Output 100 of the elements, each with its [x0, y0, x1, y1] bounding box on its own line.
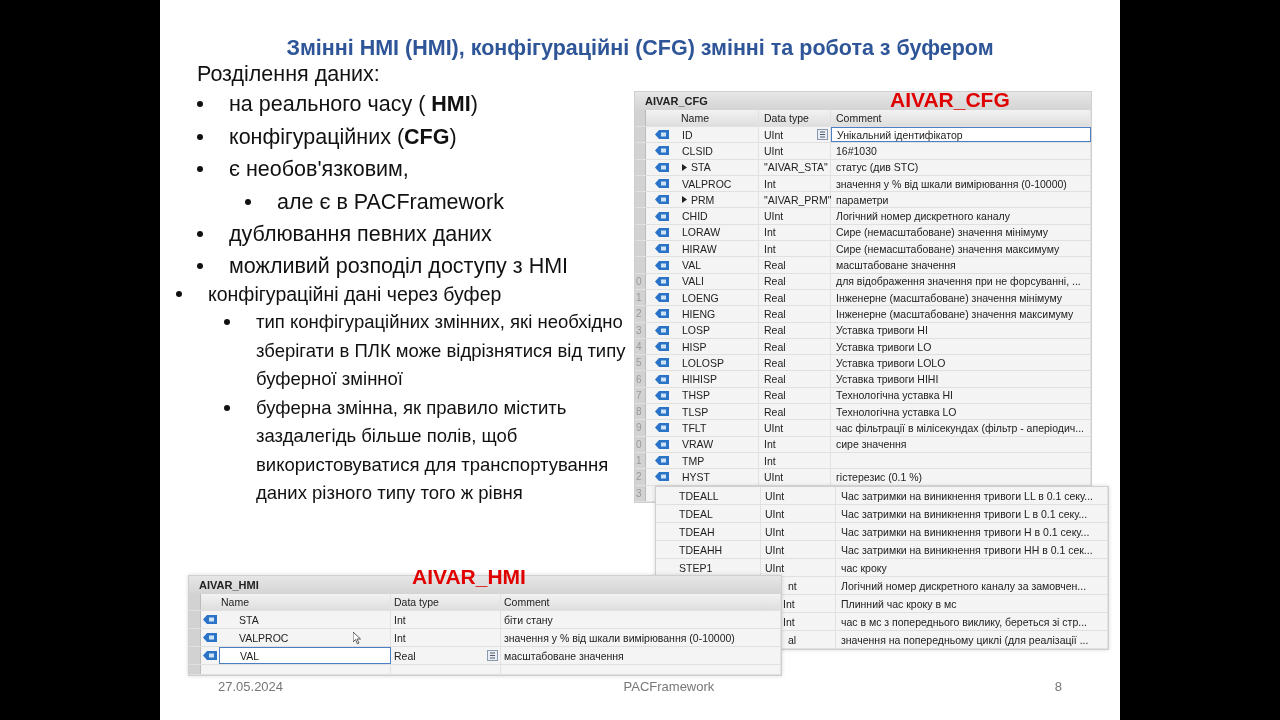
name-cell: HYST	[682, 470, 710, 483]
footer-text: PACFramework	[623, 679, 715, 694]
name-cell: STA	[691, 161, 711, 174]
column-header[interactable]: Data type	[394, 596, 439, 608]
tag-icon	[203, 633, 217, 642]
data-type-cell: UInt	[765, 525, 785, 538]
row-number: 3	[636, 487, 642, 499]
data-type-cell: "AIVAR_PRM"	[764, 193, 832, 206]
comment-cell: Уставка тривоги HIHI	[836, 373, 939, 386]
comment-cell: гістерезис (0.1 %)	[836, 470, 923, 483]
intro-text: Розділення даних:	[197, 61, 381, 88]
name-cell: VALI	[682, 275, 704, 288]
edit-field[interactable]: Унікальний ідентифікатор	[831, 127, 1091, 143]
comment-cell: Сире (немасштабоване) значення мінімуму	[836, 226, 1049, 239]
comment-cell: Час затримки на виникнення тривоги L в 0.1 секу...	[841, 507, 1088, 520]
edit-field[interactable]: VAL	[219, 647, 391, 664]
comment-cell: Уставка тривоги LO	[836, 340, 932, 353]
tag-icon	[654, 472, 669, 482]
slide-number: 8	[1054, 679, 1062, 694]
name-cell: LOENG	[682, 291, 719, 304]
data-type-cell: Real	[394, 649, 416, 662]
tag-icon	[654, 260, 669, 270]
comment-cell: Технологічна уставка HI	[836, 389, 953, 402]
comment-cell: Сире (немасштабоване) значення максимуму	[836, 242, 1060, 255]
data-type-cell: Int	[394, 613, 406, 626]
data-type-cell: UInt	[765, 561, 785, 574]
data-type-cell: nt	[788, 579, 797, 592]
name-cell: TDEAH	[679, 525, 715, 538]
data-type-cell: UInt	[765, 543, 785, 556]
tag-icon	[654, 407, 669, 417]
bullet-icon	[245, 198, 251, 205]
name-cell: TDEALL	[679, 489, 719, 502]
name-cell: VALPROC	[239, 631, 289, 644]
comment-cell: Інженерне (масштабоване) значення максимуму	[836, 307, 1074, 320]
tag-icon	[654, 456, 669, 466]
tag-icon	[654, 276, 669, 286]
expand-arrow-icon[interactable]	[682, 163, 687, 171]
comment-cell: 16#1030	[836, 144, 877, 157]
data-type-cell: Real	[764, 340, 786, 353]
comment-cell: статус (див STC)	[836, 161, 919, 174]
tag-icon	[654, 439, 669, 449]
bullet-icon	[197, 166, 203, 173]
data-type-cell: Int	[783, 615, 795, 628]
table-caption: AIVAR_CFG	[890, 88, 1010, 112]
comment-cell: значення у % від шкали вимірювання (0-10000)	[836, 177, 1067, 190]
name-cell: CLSID	[682, 144, 713, 157]
name-cell: HIHISP	[682, 373, 717, 386]
tag-icon	[654, 358, 669, 368]
column-header[interactable]: Comment	[836, 112, 882, 124]
slide-title: Змінні HMI (HMI), конфігураційні (CFG) змінні та робота з буфером	[285, 36, 995, 61]
name-cell: CHID	[682, 210, 708, 223]
tag-icon	[654, 227, 669, 237]
data-type-cell: Int	[394, 631, 406, 644]
comment-cell: Уставка тривоги LOLO	[836, 356, 946, 369]
bullet-icon	[224, 404, 230, 411]
table-title: AIVAR_HMI	[199, 579, 259, 591]
name-cell: ID	[682, 128, 693, 141]
data-type-cell: UInt	[764, 210, 784, 223]
name-cell: VAL	[682, 259, 702, 271]
name-cell: TDEAHH	[679, 543, 723, 556]
tag-icon	[203, 615, 217, 624]
data-type-cell: al	[788, 633, 797, 646]
comment-cell: Уставка тривоги HI	[836, 324, 928, 337]
name-cell: TMP	[682, 454, 705, 467]
bullet-text: конфігураційні дані через буфер	[208, 282, 503, 307]
name-cell: STEP1	[679, 561, 713, 574]
comment-cell: Технологічна уставка LO	[836, 405, 957, 418]
comment-cell: Логічний номер дискретного каналу	[836, 210, 1010, 223]
tag-icon	[654, 211, 669, 221]
name-cell: LORAW	[682, 226, 721, 239]
comment-cell: час кроку	[841, 561, 887, 574]
bullet-icon	[197, 101, 203, 108]
column-header[interactable]: Name	[681, 112, 709, 124]
column-header[interactable]: Comment	[504, 596, 550, 608]
tag-icon	[654, 374, 669, 384]
row-number: 4	[636, 341, 642, 352]
data-type-cell: UInt	[765, 489, 785, 502]
column-header[interactable]: Name	[221, 596, 249, 608]
column-header[interactable]: Data type	[764, 112, 809, 124]
row-number: 7	[636, 389, 642, 401]
comment-cell: біти стану	[504, 613, 553, 626]
bullet-icon	[197, 133, 203, 140]
data-type-cell: Int	[764, 226, 776, 239]
comment-cell: Плинний час кроку в мс	[841, 597, 957, 610]
list-icon[interactable]	[487, 650, 498, 661]
row-number: 3	[636, 324, 642, 336]
tag-icon	[654, 309, 669, 319]
comment-cell: сире значення	[836, 438, 907, 451]
comment-cell: час в мс з попереднього виклику, береться зі стр...	[841, 615, 1087, 628]
comment-cell: значення на попередньому циклі (для реалізації ...	[841, 633, 1089, 646]
tag-icon	[203, 651, 217, 660]
bullet-text: дублювання певних даних	[229, 220, 493, 248]
tag-icon	[654, 146, 669, 156]
list-icon[interactable]	[817, 129, 828, 141]
expand-arrow-icon[interactable]	[682, 196, 687, 204]
tag-icon	[654, 195, 669, 205]
comment-cell: значення у % від шкали вимірювання (0-10000)	[504, 631, 735, 644]
bullet-icon	[176, 291, 182, 297]
name-cell: HISP	[682, 340, 707, 353]
comment-cell: параметри	[836, 193, 889, 206]
